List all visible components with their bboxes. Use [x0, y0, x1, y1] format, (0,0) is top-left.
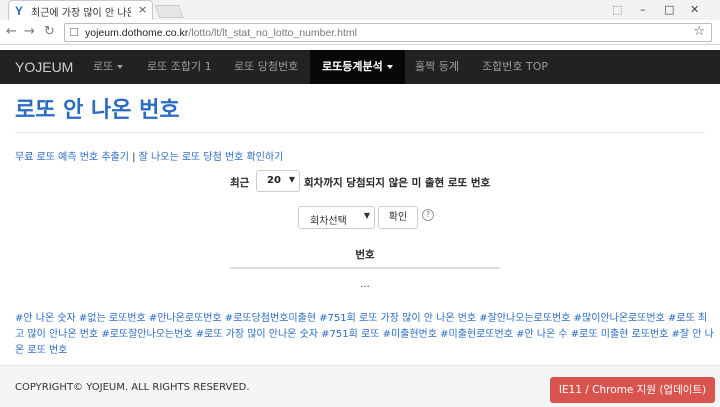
maximize-icon[interactable]: □ [664, 3, 674, 16]
footer: COPYRIGHT© YOJEUM. ALL RIGHTS RESERVED. … [0, 365, 720, 407]
divider [15, 132, 705, 133]
filter-prefix: 최근 [230, 177, 250, 189]
confirm-button[interactable]: 확인 [378, 206, 418, 229]
browser-tabstrip: Y 최근에 가장 많이 안 나온 × ⬚ – □ ✕ [0, 0, 720, 20]
nav-item-label: 홀짝 등계 [415, 60, 459, 73]
copyright-text: COPYRIGHT© YOJEUM. ALL RIGHTS RESERVED. [15, 382, 250, 393]
forward-icon[interactable]: → [24, 24, 35, 39]
hashtag-text[interactable]: #안 나온 숫자 #없는 로또번호 #안나온로또번호 #로또당첨번호미출현 #7… [15, 313, 714, 356]
recent-rounds-value: 20 [267, 175, 281, 186]
caret-down-icon [117, 65, 124, 69]
select-arrow-icon: ▼ [363, 211, 370, 220]
brand-logo[interactable]: YOJEUM [15, 59, 73, 75]
round-select[interactable]: 회차선택 ▼ [298, 206, 375, 229]
url-host: yojeum.dothome.co.kr [85, 27, 189, 39]
nav-item-generator[interactable]: 로또 조합기 1 [134, 50, 225, 84]
new-tab-button[interactable] [154, 5, 184, 18]
nav-item-label: 조합번호 TOP [482, 60, 548, 73]
hashtag-list: #안 나온 숫자 #없는 로또번호 #안나온로또번호 #로또당첨번호미출현 #7… [15, 311, 715, 359]
quick-links: 무료 로또 예측 번호 추출기 | 잘 나오는 로또 당첨 번호 확인하기 [15, 148, 283, 163]
table-header-divider [230, 267, 500, 269]
back-icon[interactable]: ← [6, 24, 17, 39]
frequent-numbers-link[interactable]: 잘 나오는 로또 당첨 번호 확인하기 [139, 152, 284, 163]
nav-item-winning-numbers[interactable]: 로또 당첨번호 [221, 50, 311, 84]
recent-rounds-select[interactable]: 20 ▼ [256, 170, 300, 192]
table-cell-number: ... [360, 279, 370, 290]
filter-suffix: 회차까지 당첨되지 않은 미 출현 로또 번호 [304, 177, 491, 189]
select-arrow-icon: ▼ [288, 175, 295, 184]
minimize-icon[interactable]: – [640, 3, 646, 16]
prediction-link[interactable]: 무료 로또 예측 번호 추출기 [15, 152, 129, 163]
reload-icon[interactable]: ↻ [44, 24, 55, 39]
page-icon: ☐ [69, 26, 79, 39]
round-select-value: 회차선택 [310, 216, 347, 227]
table-header-number: 번호 [355, 249, 375, 261]
bookmark-star-icon[interactable]: ☆ [693, 24, 705, 39]
filter-row: 최근 20 ▼ 회차까지 당첨되지 않은 미 출현 로또 번호 [0, 169, 720, 193]
url-path: /lotto/lt/lt_stat_no_lotto_number.html [188, 27, 357, 39]
nav-item-lotto[interactable]: 로또 [80, 50, 136, 84]
window-close-icon[interactable]: ✕ [690, 3, 699, 16]
nav-item-odd-even[interactable]: 홀짝 등계 [403, 50, 471, 84]
address-bar[interactable]: ☐ yojeum.dothome.co.kr/lotto/lt/lt_stat_… [64, 23, 712, 42]
user-profile-icon[interactable]: ⬚ [612, 3, 622, 16]
browser-toolbar: ← → ↻ ☐ yojeum.dothome.co.kr/lotto/lt/lt… [0, 20, 720, 45]
tab-close-icon[interactable]: × [138, 3, 147, 16]
site-navbar: YOJEUM 로또 로또 조합기 1 로또 당첨번호 로또등계분석 홀짝 등계 … [0, 50, 720, 84]
help-icon[interactable]: ? [422, 209, 434, 221]
browser-tab[interactable]: Y 최근에 가장 많이 안 나온 × [8, 0, 153, 20]
tab-title: 최근에 가장 많이 안 나온 [31, 8, 131, 19]
browser-support-button[interactable]: IE11 / Chrome 지원 (업데이트) [550, 377, 715, 403]
caret-down-icon [386, 65, 393, 69]
site-favicon-icon: Y [15, 4, 24, 18]
nav-item-label: 로또 조합기 1 [147, 60, 212, 73]
nav-item-label: 로또등계분석 [322, 60, 383, 73]
url-text: yojeum.dothome.co.kr/lotto/lt/lt_stat_no… [85, 27, 357, 39]
nav-item-label: 로또 당첨번호 [234, 60, 299, 73]
page-title: 로또 안 나온 번호 [15, 98, 180, 123]
nav-item-label: 로또 [93, 60, 114, 73]
nav-item-statistics[interactable]: 로또등계분석 [310, 50, 405, 84]
link-separator: | [132, 152, 136, 163]
nav-item-top-combos[interactable]: 조합번호 TOP [470, 50, 560, 84]
